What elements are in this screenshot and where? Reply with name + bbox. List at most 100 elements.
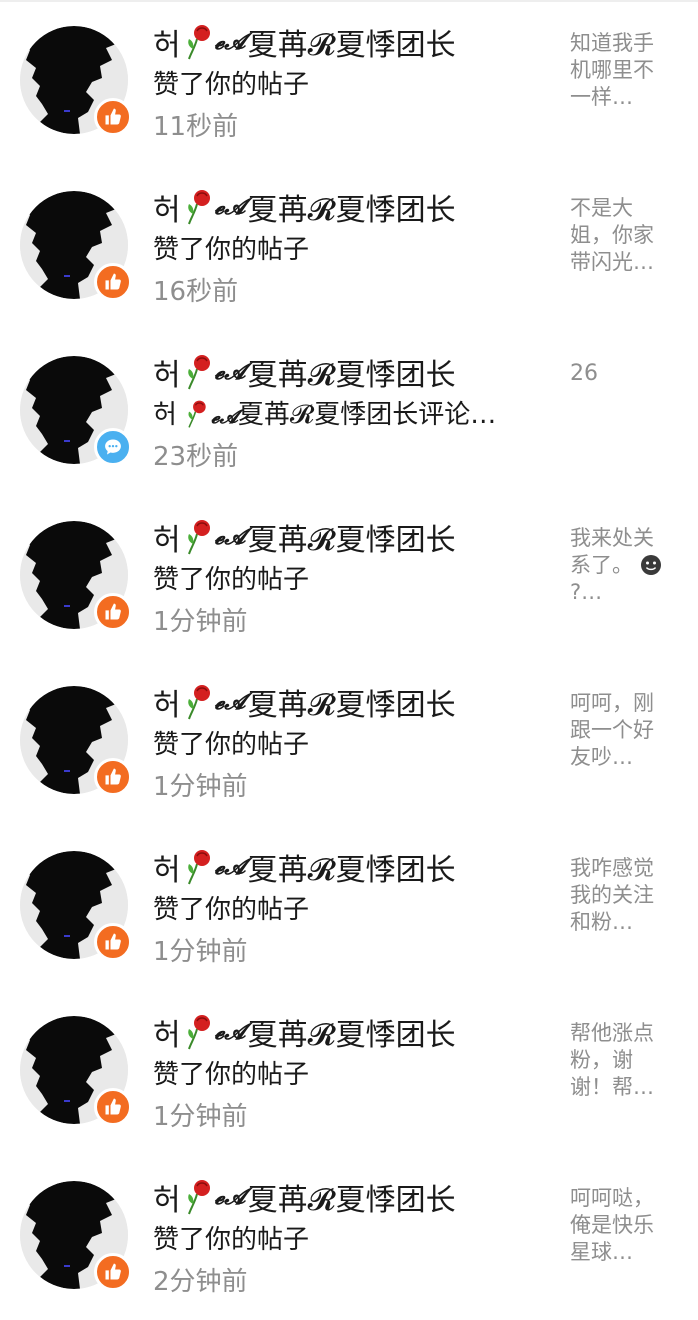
username-script: 𝓮𝓐 bbox=[214, 1019, 246, 1045]
like-badge bbox=[94, 263, 132, 301]
post-preview[interactable]: 26 bbox=[570, 360, 674, 387]
user-avatar[interactable] bbox=[20, 1016, 132, 1126]
username[interactable]: 허 𝓮𝓐 夏苒𝓡夏悸团长 bbox=[153, 517, 456, 558]
rose-icon bbox=[185, 353, 213, 391]
timestamp: 11秒前 bbox=[153, 112, 239, 142]
notification-item[interactable]: 허 𝓮𝓐 夏苒𝓡夏悸团长 赞了你的帖子 1分钟前 我咋感觉我的关注和粉… bbox=[0, 825, 698, 990]
username-prefix: 허 bbox=[153, 358, 181, 393]
user-avatar[interactable] bbox=[20, 686, 132, 796]
user-avatar[interactable] bbox=[20, 521, 132, 631]
thumbs-up-icon bbox=[105, 1263, 121, 1280]
rose-icon bbox=[185, 683, 213, 721]
action-text: 赞了你的帖子 bbox=[153, 565, 310, 595]
notification-item[interactable]: 허 𝓮𝓐 夏苒𝓡夏悸团长 赞了你的帖子 1分钟前 帮他涨点粉，谢谢！帮… bbox=[0, 990, 698, 1155]
action-text: 赞了你的帖子 bbox=[153, 1225, 310, 1255]
notification-item[interactable]: 허 𝓮𝓐 夏苒𝓡夏悸团长 赞了你的帖子 2分钟前 呵呵哒，俺是快乐星球… bbox=[0, 1155, 698, 1320]
username-text: 夏苒𝓡夏悸团长 bbox=[247, 688, 456, 723]
action-text: 赞了你的帖子 bbox=[153, 235, 310, 265]
username-prefix: 허 bbox=[153, 1018, 181, 1053]
username[interactable]: 허 𝓮𝓐 夏苒𝓡夏悸团长 bbox=[153, 682, 456, 723]
username-prefix: 허 bbox=[153, 193, 181, 228]
post-preview[interactable]: 不是大姐，你家带闪光… bbox=[570, 195, 674, 276]
post-preview[interactable]: 帮他涨点粉，谢谢！帮… bbox=[570, 1020, 674, 1101]
username-text: 夏苒𝓡夏悸团长 bbox=[247, 358, 456, 393]
rose-icon bbox=[185, 1013, 213, 1051]
action-comment-text: 夏苒𝓡夏悸团长评论… bbox=[237, 400, 497, 430]
notification-item[interactable]: 허 𝓮𝓐 夏苒𝓡夏悸团长 赞了你的帖子 11秒前 知道我手机哪里不一样… bbox=[0, 0, 698, 165]
username-prefix: 허 bbox=[153, 28, 181, 63]
user-avatar[interactable] bbox=[20, 356, 132, 466]
username[interactable]: 허 𝓮𝓐 夏苒𝓡夏悸团长 bbox=[153, 22, 456, 63]
user-avatar[interactable] bbox=[20, 26, 132, 136]
username-script: 𝓮𝓐 bbox=[214, 29, 246, 55]
notification-item[interactable]: 허 𝓮𝓐 夏苒𝓡夏悸团长 赞了你的帖子 16秒前 不是大姐，你家带闪光… bbox=[0, 165, 698, 330]
action-text: 赞了你的帖子 bbox=[153, 730, 310, 760]
comment-badge bbox=[94, 428, 132, 466]
rose-icon bbox=[185, 1178, 213, 1216]
action-user-prefix: 허 bbox=[153, 400, 177, 430]
timestamp: 2分钟前 bbox=[153, 1267, 248, 1297]
thumbs-up-icon bbox=[105, 273, 121, 290]
username-script: 𝓮𝓐 bbox=[214, 359, 246, 385]
thumbs-up-icon bbox=[105, 603, 121, 620]
username-script: 𝓮𝓐 bbox=[214, 1184, 246, 1210]
username-prefix: 허 bbox=[153, 853, 181, 888]
username[interactable]: 허 𝓮𝓐 夏苒𝓡夏悸团长 bbox=[153, 352, 456, 393]
post-preview[interactable]: 知道我手机哪里不一样… bbox=[570, 30, 674, 111]
timestamp: 1分钟前 bbox=[153, 607, 248, 637]
action-text: 赞了你的帖子 bbox=[153, 895, 310, 925]
comment-bubble-icon bbox=[105, 439, 121, 455]
username[interactable]: 허 𝓮𝓐 夏苒𝓡夏悸团长 bbox=[153, 187, 456, 228]
rose-icon bbox=[185, 188, 213, 226]
username-text: 夏苒𝓡夏悸团长 bbox=[247, 1183, 456, 1218]
user-avatar[interactable] bbox=[20, 191, 132, 301]
username-script: 𝓮𝓐 bbox=[214, 854, 246, 880]
username-text: 夏苒𝓡夏悸团长 bbox=[247, 853, 456, 888]
rose-icon bbox=[185, 518, 213, 556]
username-prefix: 허 bbox=[153, 523, 181, 558]
like-badge bbox=[94, 98, 132, 136]
post-preview[interactable]: 我来处关系了。 ?… bbox=[570, 525, 674, 606]
username-script: 𝓮𝓐 bbox=[214, 194, 246, 220]
like-badge bbox=[94, 1253, 132, 1291]
timestamp: 16秒前 bbox=[153, 277, 239, 307]
username-text: 夏苒𝓡夏悸团长 bbox=[247, 523, 456, 558]
username[interactable]: 허 𝓮𝓐 夏苒𝓡夏悸团长 bbox=[153, 847, 456, 888]
username-text: 夏苒𝓡夏悸团长 bbox=[247, 193, 456, 228]
notification-item[interactable]: 허 𝓮𝓐 夏苒𝓡夏悸团长 赞了你的帖子 1分钟前 我来处关系了。 ?… bbox=[0, 495, 698, 660]
username-prefix: 허 bbox=[153, 688, 181, 723]
notification-item[interactable]: 허 𝓮𝓐 夏苒𝓡夏悸团长 赞了你的帖子 1分钟前 呵呵，刚跟一个好友吵… bbox=[0, 660, 698, 825]
notification-list: 허 𝓮𝓐 夏苒𝓡夏悸团长 赞了你的帖子 11秒前 知道我手机哪里不一样… 허 𝓮… bbox=[0, 0, 698, 1320]
username[interactable]: 허 𝓮𝓐 夏苒𝓡夏悸团长 bbox=[153, 1177, 456, 1218]
username-text: 夏苒𝓡夏悸团长 bbox=[247, 28, 456, 63]
post-preview[interactable]: 呵呵，刚跟一个好友吵… bbox=[570, 690, 674, 771]
like-badge bbox=[94, 1088, 132, 1126]
action-text: 赞了你的帖子 bbox=[153, 70, 310, 100]
smiley-emoji-icon bbox=[640, 554, 662, 576]
username[interactable]: 허 𝓮𝓐 夏苒𝓡夏悸团长 bbox=[153, 1012, 456, 1053]
username-prefix: 허 bbox=[153, 1183, 181, 1218]
post-preview-suffix: ?… bbox=[570, 580, 603, 604]
user-avatar[interactable] bbox=[20, 1181, 132, 1291]
rose-icon bbox=[185, 23, 213, 61]
timestamp: 1分钟前 bbox=[153, 937, 248, 967]
thumbs-up-icon bbox=[105, 1098, 121, 1115]
username-script: 𝓮𝓐 bbox=[214, 524, 246, 550]
user-avatar[interactable] bbox=[20, 851, 132, 961]
username-text: 夏苒𝓡夏悸团长 bbox=[247, 1018, 456, 1053]
timestamp: 23秒前 bbox=[153, 442, 239, 472]
post-preview[interactable]: 我咋感觉我的关注和粉… bbox=[570, 855, 674, 936]
rose-icon bbox=[185, 399, 209, 429]
thumbs-up-icon bbox=[105, 108, 121, 125]
like-badge bbox=[94, 593, 132, 631]
timestamp: 1分钟前 bbox=[153, 772, 248, 802]
rose-icon bbox=[185, 848, 213, 886]
post-preview[interactable]: 呵呵哒，俺是快乐星球… bbox=[570, 1185, 674, 1266]
thumbs-up-icon bbox=[105, 933, 121, 950]
action-text: 赞了你的帖子 bbox=[153, 1060, 310, 1090]
thumbs-up-icon bbox=[105, 768, 121, 785]
notification-item[interactable]: 허 𝓮𝓐 夏苒𝓡夏悸团长 허 𝓮𝓐夏苒𝓡夏悸团长评论… 23秒前 26 bbox=[0, 330, 698, 495]
action-user-script: 𝓮𝓐 bbox=[211, 406, 238, 428]
like-badge bbox=[94, 923, 132, 961]
action-text: 허 𝓮𝓐夏苒𝓡夏悸团长评论… bbox=[153, 394, 496, 431]
